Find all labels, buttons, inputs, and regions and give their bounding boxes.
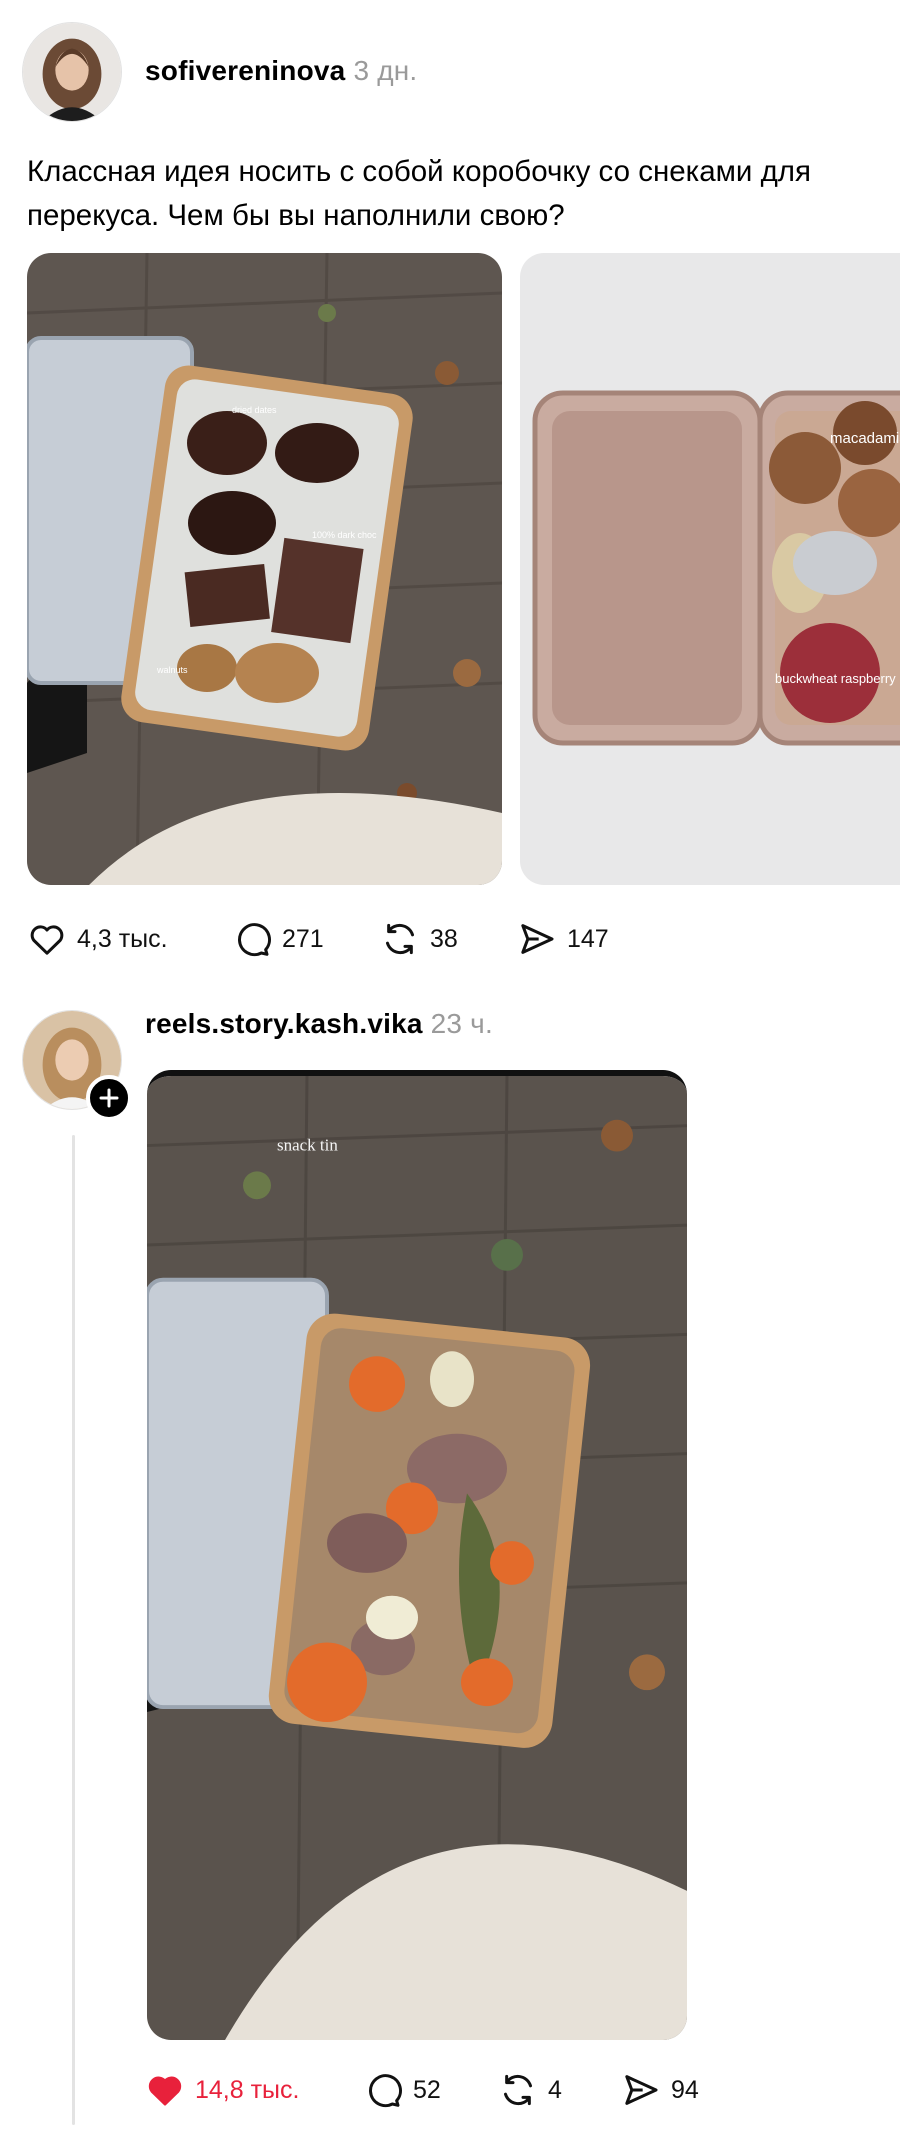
post-author[interactable]: reels.story.kash.vika 23 ч. [145, 1008, 493, 1040]
like-count: 14,8 тыс. [195, 2075, 300, 2104]
heart-icon [148, 2076, 182, 2106]
comment-button[interactable]: 52 [363, 2066, 441, 2114]
share-count: 94 [671, 2075, 699, 2104]
repost-count: 4 [548, 2075, 562, 2104]
thread-line [72, 1135, 75, 2125]
share-icon [625, 2075, 658, 2105]
plus-icon [99, 1088, 119, 1108]
post-photo-jelly-tin[interactable]: snack tin [147, 1070, 687, 2040]
comment-icon [369, 2074, 402, 2108]
follow-button[interactable] [86, 1075, 132, 1121]
label-snack-tin: snack tin [277, 1136, 338, 1155]
post-2: reels.story.kash.vika 23 ч. snack tin 14… [0, 0, 900, 2142]
repost-icon [504, 2074, 532, 2106]
like-button[interactable]: 14,8 тыс. [145, 2066, 299, 2114]
repost-button[interactable]: 4 [498, 2066, 562, 2114]
comment-count: 52 [413, 2075, 441, 2104]
post-time: 23 ч. [430, 1008, 493, 1039]
share-button[interactable]: 94 [621, 2066, 699, 2114]
post-actions: 14,8 тыс. 52 4 94 [145, 2066, 745, 2114]
